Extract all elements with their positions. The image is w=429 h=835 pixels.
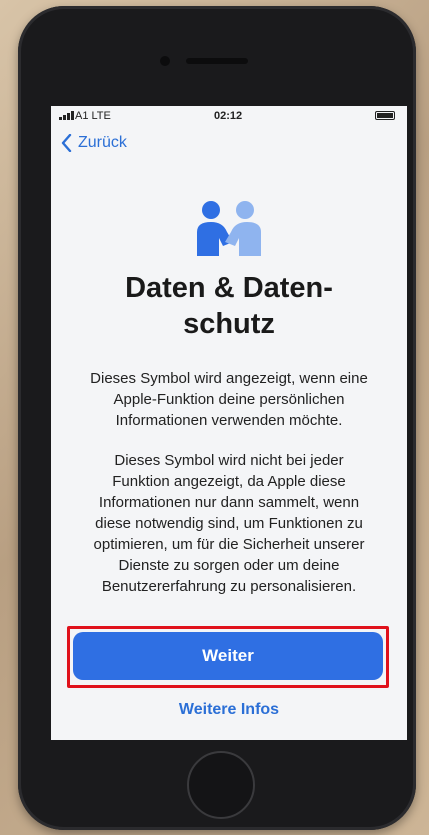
text-line: Apple-Funktion deine persönlichen — [113, 391, 345, 408]
front-camera — [160, 56, 170, 66]
page-title: Daten & Daten- schutz — [51, 270, 407, 342]
chevron-left-icon — [61, 134, 72, 152]
title-line: Daten & Daten- — [125, 272, 333, 304]
text-line: Dieses Symbol wird nicht bei jeder — [114, 452, 344, 469]
battery-icon — [375, 111, 395, 120]
text-line: Funktion angezeigt, da Apple diese — [112, 473, 346, 490]
text-line: Dienste zu sorgen oder um deine — [118, 557, 340, 574]
carrier-label: A1 LTE — [75, 110, 111, 122]
privacy-handshake-icon — [197, 201, 261, 256]
back-button[interactable]: Zurück — [61, 134, 127, 152]
more-info-link[interactable]: Weitere Infos — [51, 701, 407, 719]
earpiece-speaker — [186, 58, 248, 64]
text-line: Informationen verwenden möchte. — [115, 412, 343, 429]
description-paragraph-2: Dieses Symbol wird nicht bei jeder Funkt… — [73, 450, 385, 597]
screen: A1 LTE 02:12 Zurück Daten & Daten- schut… — [51, 106, 407, 740]
text-line: Benutzererfahrung zu personalisieren. — [101, 578, 357, 595]
signal-icon — [59, 111, 74, 120]
clock: 02:12 — [214, 110, 243, 122]
title-line: schutz — [183, 308, 275, 340]
text-line: Informationen nur dann sammelt, wenn — [98, 494, 360, 511]
text-line: diese notwendig sind, um Funktionen zu — [95, 515, 363, 532]
description-paragraph-1: Dieses Symbol wird angezeigt, wenn eine … — [73, 368, 385, 431]
home-button[interactable] — [187, 751, 255, 819]
status-bar: A1 LTE 02:12 — [51, 106, 407, 126]
back-label: Zurück — [78, 134, 127, 151]
text-line: Dieses Symbol wird angezeigt, wenn eine — [90, 370, 368, 387]
text-line: optimieren, um für die Sicherheit unsere… — [93, 536, 365, 553]
highlight-box — [67, 626, 389, 688]
